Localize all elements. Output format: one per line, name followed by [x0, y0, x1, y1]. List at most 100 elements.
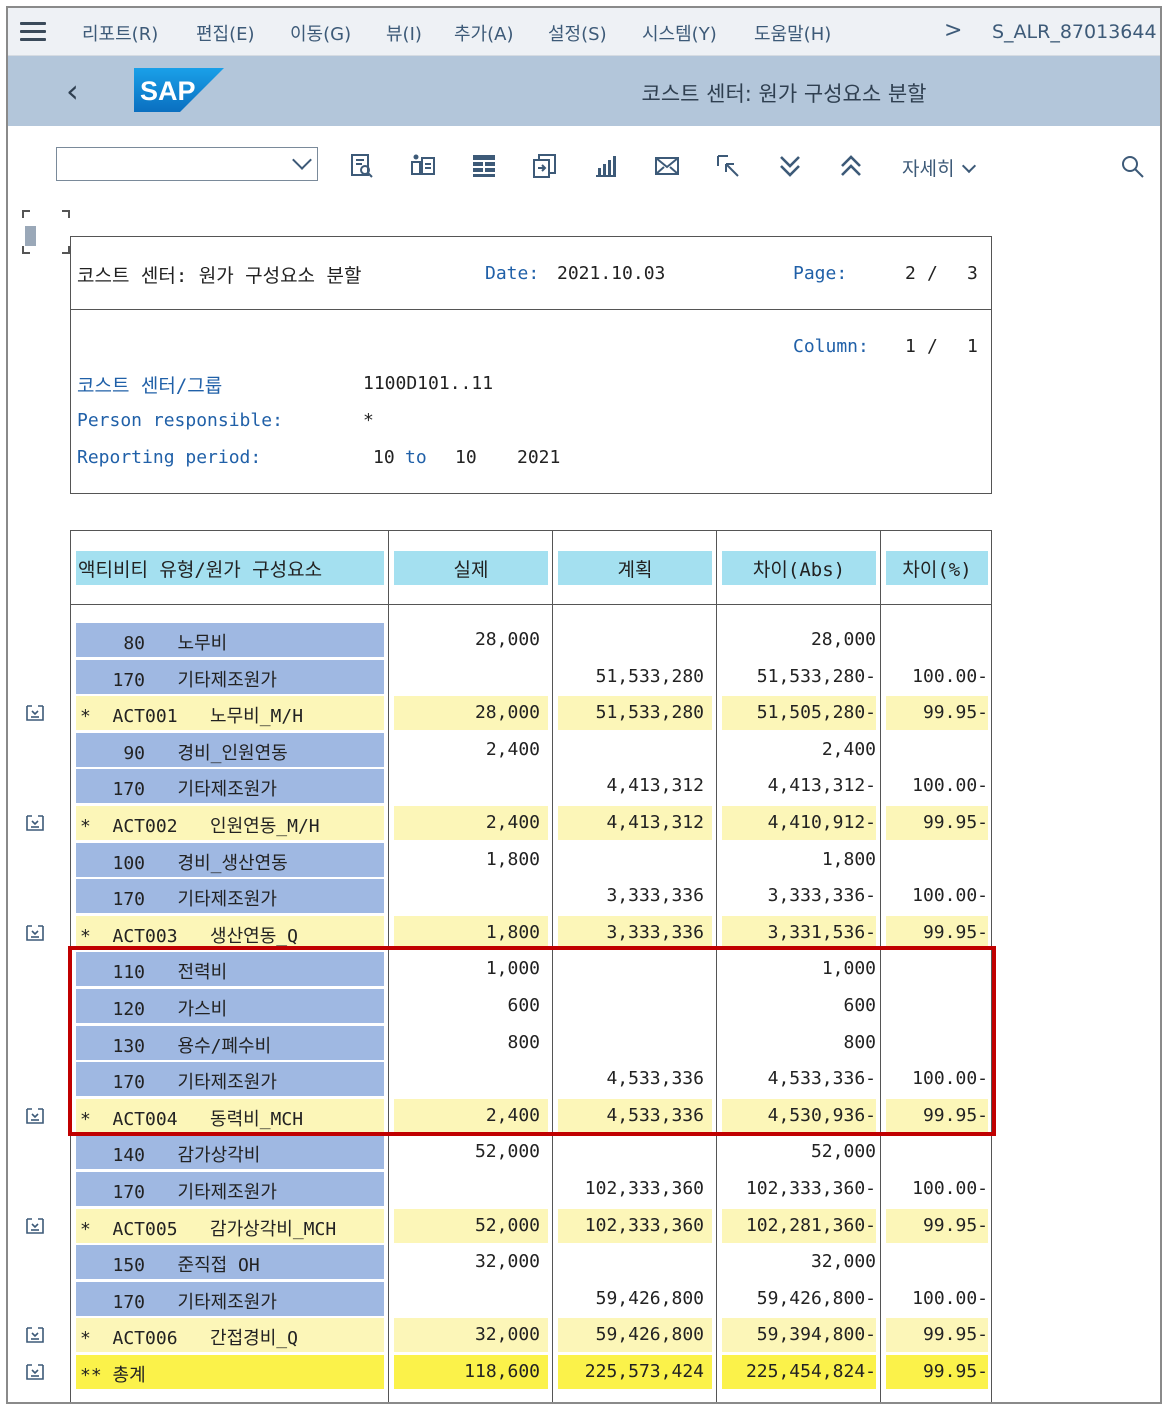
table-row[interactable]: 130 용수/폐수비 800 800 [71, 1025, 991, 1060]
variance-abs-value: 102,281,360- [722, 1208, 876, 1243]
table-row[interactable]: 110 전력비 1,000 1,000 [71, 952, 991, 987]
subtotal-row[interactable]: * ACT001 노무비_M/H 28,000 51,533,280 51,505,2… [71, 696, 991, 731]
variance-abs-value: 52,000 [810, 1141, 876, 1163]
column-header-actual[interactable]: 실제 [394, 551, 548, 585]
table-row[interactable]: 80 노무비 28,000 28,000 [71, 623, 991, 657]
column-header-plan[interactable]: 계획 [558, 551, 712, 585]
column-header-activity[interactable]: 액티비티 유형/원가 구성요소 [76, 551, 384, 585]
column-header-variance-pct[interactable]: 차이(%) [886, 551, 988, 585]
layout-icon[interactable] [470, 152, 498, 180]
variance-pct-value: 99.95- [886, 915, 988, 950]
menu-goto[interactable]: 이동(G) [290, 20, 351, 46]
page-title: 코스트 센터: 원가 구성요소 분할 [641, 82, 927, 106]
table-row[interactable]: 140 감가상각비 52,000 52,000 [71, 1135, 991, 1170]
row-label: * ACT004 동력비_MCH [76, 1098, 384, 1133]
chevron-right-icon[interactable]: > [944, 18, 962, 43]
search-icon[interactable] [1120, 154, 1146, 180]
menu-view[interactable]: 뷰(I) [386, 20, 422, 46]
table-row[interactable]: 170 기타제조원가 3,333,336 3,333,336- 100.00- [71, 879, 991, 914]
select-all-icon[interactable] [22, 210, 70, 254]
mail-icon[interactable] [653, 152, 681, 180]
column-header-variance-abs[interactable]: 차이(Abs) [722, 551, 876, 585]
expand-node-icon[interactable] [24, 811, 46, 833]
details-icon[interactable] [348, 152, 376, 180]
more-button[interactable]: 자세히 [902, 154, 977, 181]
subtotal-row[interactable]: * ACT003 생산연동_Q 1,800 3,333,336 3,331,536- 9… [71, 915, 991, 950]
collapse-all-icon[interactable] [837, 152, 865, 180]
plan-value [558, 733, 712, 767]
variance-abs-value: 59,394,800- [722, 1318, 876, 1353]
actual-value: 2,400 [485, 738, 540, 760]
variance-abs-value: 59,426,800- [756, 1287, 876, 1309]
expand-all-icon[interactable] [776, 152, 804, 180]
plan-value: 59,426,800 [558, 1318, 712, 1353]
row-label: 170 기타제조원가 [76, 1172, 384, 1206]
actual-value: 1,000 [485, 958, 540, 980]
expand-node-icon[interactable] [24, 1214, 46, 1236]
expand-node-icon[interactable] [24, 921, 46, 943]
subtotal-row[interactable]: * ACT006 간접경비_Q 32,000 59,426,800 59,394,80… [71, 1318, 991, 1353]
table-row[interactable]: 170 기타제조원가 4,413,312 4,413,312- 100.00- [71, 769, 991, 804]
menu-settings[interactable]: 설정(S) [548, 20, 607, 46]
period-from: 10 [373, 447, 395, 468]
expand-node-icon[interactable] [24, 701, 46, 723]
header-divider [71, 309, 991, 310]
subtotal-row[interactable]: * ACT004 동력비_MCH 2,400 4,533,336 4,530,936-… [71, 1098, 991, 1133]
actual-value: 28,000 [474, 629, 540, 650]
row-label: * ACT001 노무비_M/H [76, 696, 384, 731]
actual-value: 2,400 [394, 806, 548, 840]
expand-node-icon[interactable] [24, 1104, 46, 1126]
plan-value: 4,413,312 [558, 806, 712, 840]
row-label: * ACT003 생산연동_Q [76, 915, 384, 950]
plan-value [558, 1026, 712, 1060]
title-bar: ‹ SAP 코스트 센터: 원가 구성요소 분할 [8, 56, 1160, 126]
menu-edit[interactable]: 편집(E) [196, 20, 255, 46]
subtotal-row[interactable]: * ACT002 인원연동_M/H 2,400 4,413,312 4,410,912… [71, 806, 991, 840]
actual-value: 600 [507, 995, 540, 1016]
table-row[interactable]: 170 기타제조원가 4,533,336 4,533,336- 100.00- [71, 1062, 991, 1097]
subtotal-row[interactable]: * ACT005 감가상각비_MCH 52,000 102,333,360 102,2… [71, 1208, 991, 1243]
table-row[interactable]: 170 기타제조원가 59,426,800 59,426,800- 100.00- [71, 1281, 991, 1316]
table-row[interactable]: 150 준직접 OH 32,000 32,000 [71, 1245, 991, 1280]
table-row[interactable]: 170 기타제조원가 102,333,360 102,333,360- 100.00- [71, 1172, 991, 1206]
table-row[interactable]: 100 경비_생산연동 1,800 1,800 [71, 842, 991, 877]
menu-help[interactable]: 도움말(H) [754, 20, 831, 46]
navigate-icon[interactable] [714, 152, 742, 180]
variance-abs-value: 102,333,360- [745, 1178, 876, 1199]
row-label: 140 감가상각비 [76, 1135, 384, 1170]
chart-icon[interactable] [592, 152, 620, 180]
table-row[interactable]: 90 경비_인원연동 2,400 2,400 [71, 732, 991, 767]
variance-abs-value: 800 [843, 1031, 876, 1053]
export-icon[interactable] [531, 152, 559, 180]
actual-value [394, 660, 548, 694]
sum-icon[interactable] [409, 152, 437, 180]
variance-pct-value [886, 1135, 988, 1169]
plan-value [558, 1135, 712, 1169]
row-label: 80 노무비 [76, 623, 384, 657]
date-value: 2021.10.03 [557, 263, 666, 284]
layout-dropdown[interactable] [56, 147, 318, 181]
cost-center-label: 코스트 센터/그룹 [77, 375, 223, 397]
variance-pct-value: 99.95- [886, 696, 988, 731]
actual-value: 52,000 [394, 1208, 548, 1243]
actual-value: 2,400 [394, 1098, 548, 1133]
grand-total-row[interactable]: ** 총계 118,600 225,573,424 225,454,824- 99.95… [71, 1355, 991, 1389]
column-total: 1 [967, 336, 978, 357]
variance-abs-value: 3,333,336- [767, 885, 876, 907]
table-row[interactable]: 170 기타제조원가 51,533,280 51,533,280- 100.00- [71, 659, 991, 694]
report-title: 코스트 센터: 원가 구성요소 분할 [77, 265, 362, 287]
hamburger-menu-icon[interactable] [20, 22, 46, 42]
actual-value: 1,800 [394, 915, 548, 950]
variance-abs-value: 28,000 [810, 629, 876, 650]
row-label: * ACT002 인원연동_M/H [76, 806, 384, 840]
menu-report[interactable]: 리포트(R) [82, 20, 158, 46]
table-row[interactable]: 120 가스비 600 600 [71, 989, 991, 1023]
menu-system[interactable]: 시스템(Y) [642, 20, 717, 46]
expand-node-icon[interactable] [24, 1360, 46, 1382]
expand-node-icon[interactable] [24, 1323, 46, 1345]
variance-pct-value: 99.95- [886, 1318, 988, 1353]
actual-value [394, 1282, 548, 1316]
actual-value [394, 879, 548, 913]
row-label: 170 기타제조원가 [76, 659, 384, 694]
menu-extras[interactable]: 추가(A) [454, 20, 513, 46]
